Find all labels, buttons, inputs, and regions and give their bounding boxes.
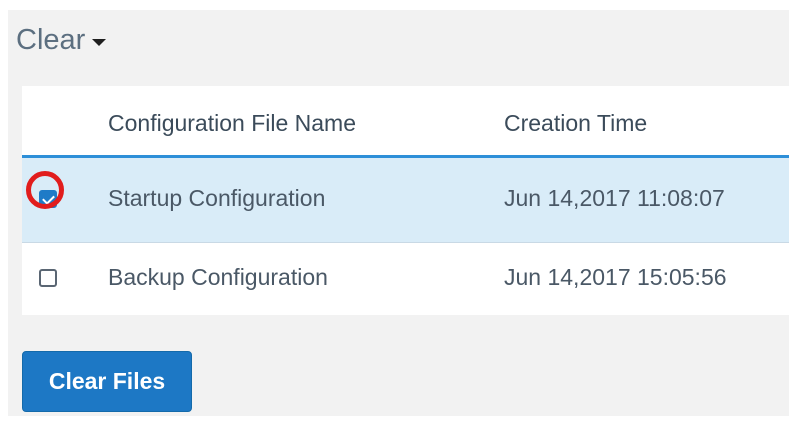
table-header: Configuration File Name Creation Time: [22, 86, 789, 158]
table-row-startup-configuration[interactable]: Startup Configuration Jun 14,2017 11:08:…: [22, 158, 789, 243]
configuration-files-table: Configuration File Name Creation Time St…: [22, 86, 789, 315]
check-icon: [42, 192, 55, 205]
file-name-cell: Backup Configuration: [108, 264, 328, 290]
clear-dropdown[interactable]: Clear: [16, 20, 107, 60]
creation-time-cell: Jun 14,2017 11:08:07: [504, 185, 725, 211]
column-header-creation-time: Creation Time: [504, 110, 648, 136]
creation-time-cell: Jun 14,2017 15:05:56: [504, 264, 727, 290]
startup-configuration-checkbox[interactable]: [39, 190, 57, 208]
table-row-backup-configuration[interactable]: Backup Configuration Jun 14,2017 15:05:5…: [22, 243, 789, 315]
clear-files-button[interactable]: Clear Files: [22, 351, 192, 412]
column-header-file-name: Configuration File Name: [108, 110, 357, 136]
clear-dropdown-label: Clear: [16, 23, 86, 56]
backup-configuration-checkbox[interactable]: [39, 269, 57, 287]
file-name-cell: Startup Configuration: [108, 185, 326, 211]
caret-down-icon: [92, 38, 107, 46]
